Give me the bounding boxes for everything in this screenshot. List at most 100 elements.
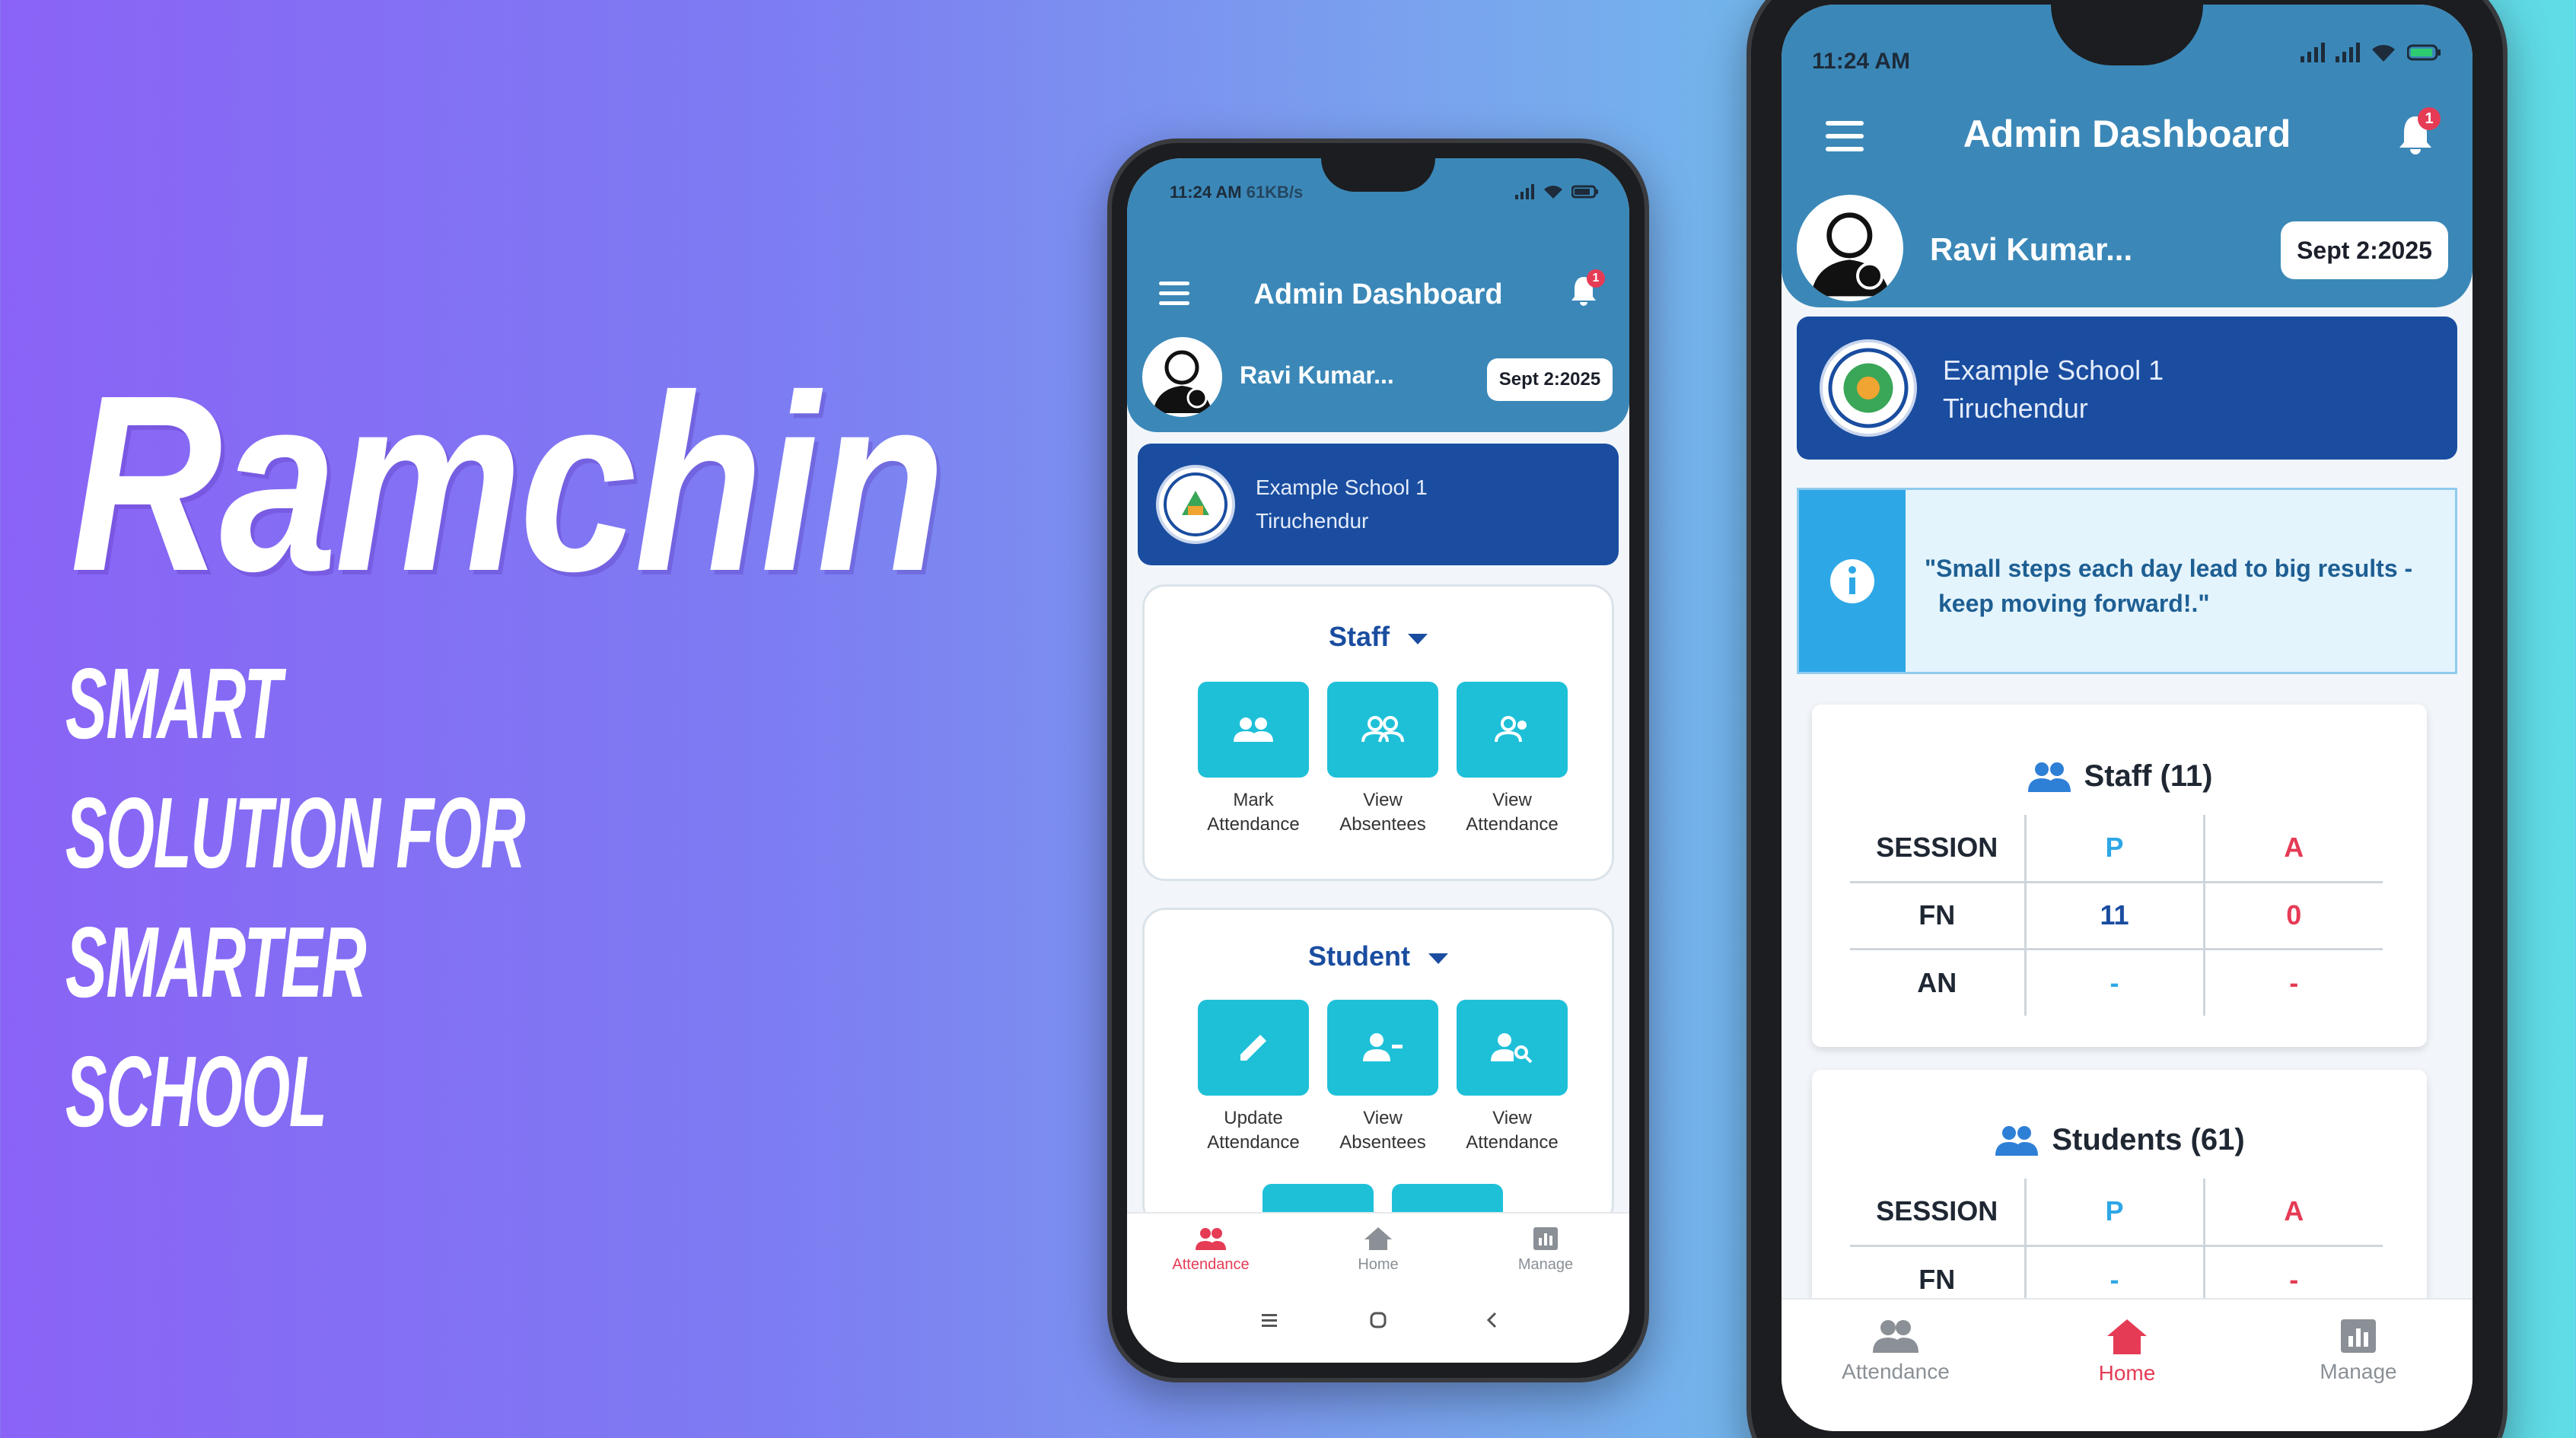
notification-bell[interactable]: 1 xyxy=(2398,107,2441,156)
chart-icon xyxy=(2341,1319,2376,1353)
school-city: Tiruchendur xyxy=(1943,393,2088,424)
back-icon[interactable] xyxy=(1485,1311,1500,1329)
brand-title: Ramchin xyxy=(70,342,945,623)
signal-icon xyxy=(1515,184,1534,199)
table-header-row: SESSION P A xyxy=(1850,815,2383,883)
school-logo xyxy=(1156,465,1235,544)
avatar[interactable] xyxy=(1142,337,1222,417)
phone-1-screen: 11:24 AM 61KB/s Admin Dashboard 1 Ravi K… xyxy=(1127,158,1629,1363)
header-title: Admin Dashboard xyxy=(1963,113,2291,155)
session-cell: FN xyxy=(1850,882,2027,950)
session-cell: AN xyxy=(1850,949,2027,1016)
nav-home[interactable]: Home xyxy=(1310,1226,1447,1274)
nav-home[interactable]: Home xyxy=(2036,1318,2218,1386)
school-emblem-icon xyxy=(1164,472,1228,536)
mark-attendance-label: Mark Attendance xyxy=(1207,790,1300,835)
notification-badge: 1 xyxy=(1587,269,1605,288)
tagline-line-1: Smart Solution for xyxy=(65,647,526,889)
nav-attendance[interactable]: Attendance xyxy=(1804,1318,1987,1384)
staff-stats-table: SESSION P A FN 11 0 AN - - xyxy=(1850,815,2383,1016)
school-emblem-icon xyxy=(1828,348,1909,428)
staff-stats-card: Staff (11) SESSION P A FN 11 0 AN - - xyxy=(1812,705,2427,1047)
status-time: 11:24 AM 61KB/s xyxy=(1170,183,1304,202)
student-view-attendance-label: View Attendance xyxy=(1466,1108,1559,1153)
col-absent: A xyxy=(2204,1179,2383,1247)
student-view-absentees-button[interactable] xyxy=(1327,1000,1438,1096)
date-badge: Sept 2:2025 xyxy=(1487,358,1613,401)
people-icon xyxy=(1196,1228,1226,1250)
student-view-attendance-button[interactable] xyxy=(1457,1000,1568,1096)
system-nav-bar xyxy=(1127,1288,1629,1363)
table-row: FN 11 0 xyxy=(1850,882,2383,950)
school-name: Example School 1 xyxy=(1943,355,2164,386)
nav-manage[interactable]: Manage xyxy=(2267,1318,2450,1384)
avatar[interactable] xyxy=(1797,195,1903,301)
caret-down-icon xyxy=(1408,634,1428,644)
present-cell: 11 xyxy=(2025,882,2205,950)
header-title: Admin Dashboard xyxy=(1253,278,1503,310)
home-circle-icon[interactable] xyxy=(1369,1311,1387,1329)
present-cell: - xyxy=(2025,949,2205,1016)
view-attendance-label: View Attendance xyxy=(1466,790,1559,835)
col-absent: A xyxy=(2204,815,2383,883)
table-header-row: SESSION P A xyxy=(1850,1179,2383,1247)
update-attendance-button[interactable] xyxy=(1198,1000,1309,1096)
status-icons xyxy=(2301,43,2442,62)
people-icon xyxy=(1234,717,1273,742)
admin-avatar-icon xyxy=(1153,350,1212,413)
date-badge: Sept 2:2025 xyxy=(2281,221,2448,279)
person-outline-icon xyxy=(1495,716,1527,743)
signal-2-icon xyxy=(2336,43,2360,62)
person-search-icon xyxy=(1491,1033,1533,1064)
col-session: SESSION xyxy=(1850,815,2027,883)
mark-attendance-button[interactable] xyxy=(1198,682,1309,778)
battery-icon xyxy=(2407,44,2441,61)
school-city: Tiruchendur xyxy=(1256,509,1369,533)
phone-1: 11:24 AM 61KB/s Admin Dashboard 1 Ravi K… xyxy=(1107,138,1649,1382)
wifi-icon xyxy=(1544,186,1562,199)
students-stats-title: Students (61) xyxy=(1812,1123,2427,1157)
bottom-nav: Attendance Home Manage xyxy=(1127,1212,1629,1288)
school-logo xyxy=(1820,339,1917,437)
people-icon xyxy=(1873,1320,1918,1353)
view-attendance-button[interactable] xyxy=(1457,682,1568,778)
staff-stats-title: Staff (11) xyxy=(1812,759,2427,794)
staff-card: Staff Mark Attendance View Absentees View A… xyxy=(1142,584,1614,881)
person-remove-icon xyxy=(1363,1033,1403,1061)
info-icon xyxy=(1830,558,1874,603)
admin-avatar-icon xyxy=(1810,212,1890,297)
view-absentees-label: View Absentees xyxy=(1339,790,1426,835)
wifi-icon xyxy=(2372,45,2395,62)
quote-text: "Small steps each day lead to big result… xyxy=(1925,555,2413,617)
battery-icon xyxy=(1571,185,1598,199)
user-name: Ravi Kumar... xyxy=(1930,231,2133,267)
student-section-toggle[interactable]: Student xyxy=(1145,940,1612,972)
profile-bar: Ravi Kumar... Sept 2:2025 xyxy=(1127,329,1629,432)
nav-attendance[interactable]: Attendance xyxy=(1142,1226,1279,1274)
view-absentees-button[interactable] xyxy=(1327,682,1438,778)
table-row: AN - - xyxy=(1850,949,2383,1016)
absent-cell: 0 xyxy=(2204,882,2383,950)
people-outline-icon xyxy=(1361,716,1404,743)
nav-manage[interactable]: Manage xyxy=(1477,1226,1614,1274)
bottom-nav: Attendance Home Manage xyxy=(1782,1298,2473,1431)
chart-icon xyxy=(1533,1227,1558,1250)
staff-section-toggle[interactable]: Staff xyxy=(1145,621,1612,653)
recent-apps-icon[interactable] xyxy=(1260,1312,1278,1328)
school-card[interactable]: Example School 1 Tiruchendur xyxy=(1138,444,1619,565)
tagline-line-2: Smarter School xyxy=(65,906,367,1147)
caret-down-icon xyxy=(1428,953,1448,964)
app-header: Admin Dashboard 1 xyxy=(1127,234,1629,333)
notification-bell[interactable]: 1 xyxy=(1570,269,1605,310)
info-strip xyxy=(1799,490,1906,672)
brand-tagline: Smart Solution for Smarter School xyxy=(65,639,584,1156)
col-session: SESSION xyxy=(1850,1179,2027,1247)
quote-card: "Small steps each day lead to big result… xyxy=(1797,488,2457,674)
pencil-icon xyxy=(1240,1035,1266,1061)
people-icon xyxy=(1995,1125,2039,1156)
school-card[interactable]: Example School 1 Tiruchendur xyxy=(1797,317,2457,460)
home-icon xyxy=(1364,1227,1392,1250)
phone-2-screen: 11:24 AM Admin Dashboard 1 Ravi Kumar...… xyxy=(1782,5,2473,1431)
students-stats-table: SESSION P A FN - - xyxy=(1850,1179,2383,1312)
notification-badge: 1 xyxy=(2418,107,2441,130)
